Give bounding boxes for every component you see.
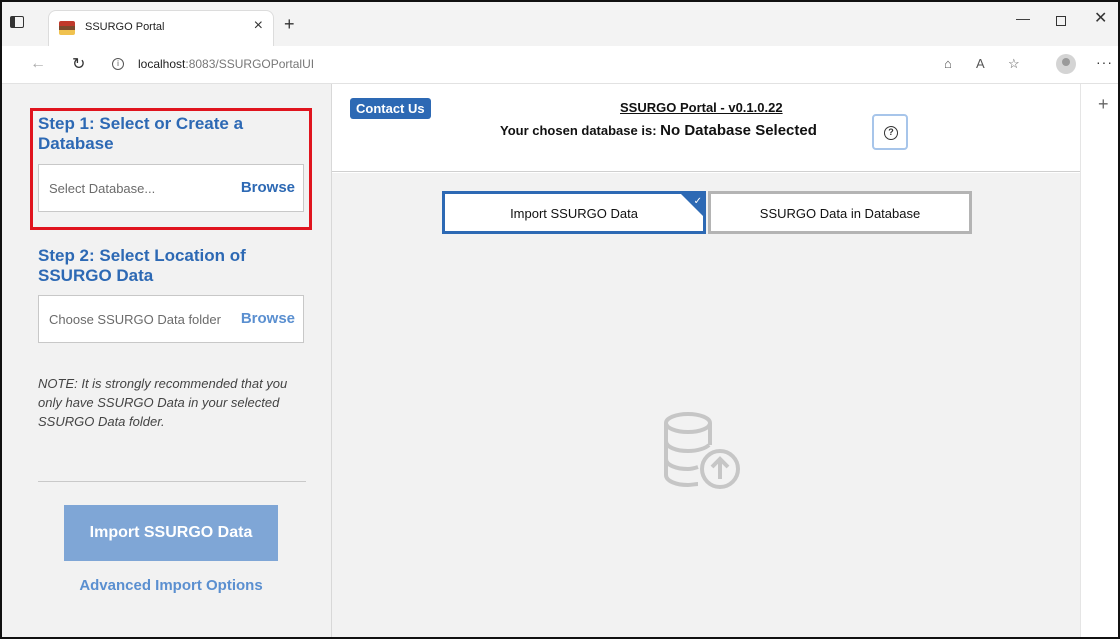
- browser-tab[interactable]: SSURGO Portal ×: [48, 10, 274, 46]
- help-button[interactable]: ?: [872, 114, 908, 150]
- database-status-value: No Database Selected: [660, 122, 817, 139]
- back-icon[interactable]: ←: [30, 55, 46, 73]
- new-tab-icon[interactable]: +: [284, 14, 295, 35]
- import-ssurgo-button[interactable]: Import SSURGO Data: [64, 505, 278, 561]
- checkmark-icon: ✓: [693, 196, 702, 207]
- maximize-icon[interactable]: [1056, 16, 1066, 26]
- step2-title: Step 2: Select Location of SSURGO Data: [38, 246, 246, 285]
- contact-us-button[interactable]: Contact Us: [350, 98, 431, 119]
- divider: [38, 481, 306, 482]
- tab-import-ssurgo-data[interactable]: Import SSURGO Data ✓: [442, 191, 706, 234]
- address-bar: ← ↻ i localhost:8083/SSURGOPortalUI ⌂ A …: [2, 46, 1118, 84]
- close-tab-icon[interactable]: ×: [254, 17, 263, 35]
- share-icon[interactable]: ⌂: [944, 56, 952, 71]
- tab-actions-icon[interactable]: [10, 16, 24, 28]
- browse-folder-button[interactable]: Browse: [238, 310, 295, 327]
- main-body: Import SSURGO Data ✓ SSURGO Data in Data…: [332, 173, 1080, 637]
- ssurgo-folder-placeholder: Choose SSURGO Data folder: [49, 312, 221, 327]
- database-placeholder: Select Database...: [49, 181, 156, 196]
- database-status-label: Your chosen database is:: [500, 123, 657, 138]
- more-icon[interactable]: ···: [1096, 54, 1113, 70]
- tab-strip: SSURGO Portal × + — ✕: [2, 2, 1118, 46]
- url-text: localhost:8083/SSURGOPortalUI: [138, 57, 314, 71]
- url-field[interactable]: i localhost:8083/SSURGOPortalUI ⌂ A ☆: [98, 50, 1088, 78]
- browse-database-button[interactable]: Browse: [238, 179, 295, 196]
- tab-data-label: SSURGO Data in Database: [759, 206, 921, 221]
- advanced-import-link[interactable]: Advanced Import Options: [64, 577, 278, 594]
- sidebar-rail: [1080, 84, 1118, 637]
- help-icon: ?: [884, 126, 898, 140]
- left-panel: Step 1: Select or Create a Database Sele…: [2, 84, 332, 637]
- tab-ssurgo-data-in-database[interactable]: SSURGO Data in Database: [708, 191, 972, 234]
- browser-window: SSURGO Portal × + — ✕ ← ↻ i localhost:80…: [0, 0, 1120, 639]
- database-field[interactable]: Select Database... Browse: [38, 164, 304, 212]
- url-host: localhost: [138, 57, 186, 71]
- read-aloud-icon[interactable]: A: [976, 56, 985, 71]
- site-info-icon[interactable]: i: [112, 58, 124, 70]
- ssurgo-folder-field[interactable]: Choose SSURGO Data folder Browse: [38, 295, 304, 343]
- tab-import-label: Import SSURGO Data: [510, 206, 638, 221]
- database-upload-icon: [664, 412, 740, 489]
- close-window-icon[interactable]: ✕: [1094, 8, 1107, 28]
- minimize-icon[interactable]: —: [1016, 10, 1030, 26]
- page-content: Step 1: Select or Create a Database Sele…: [2, 84, 1080, 637]
- step1-title: Step 1: Select or Create a Database: [38, 114, 244, 153]
- add-sidebar-icon[interactable]: +: [1098, 94, 1109, 115]
- url-path: :8083/SSURGOPortalUI: [185, 57, 315, 71]
- profile-avatar[interactable]: [1056, 54, 1076, 74]
- favorites-star-icon[interactable]: ☆: [1008, 56, 1020, 72]
- portal-title: SSURGO Portal - v0.1.0.22: [620, 100, 783, 115]
- main-header: Contact Us SSURGO Portal - v0.1.0.22 You…: [332, 84, 1080, 172]
- recommendation-note: NOTE: It is strongly recommended that yo…: [38, 376, 288, 429]
- tab-title: SSURGO Portal: [85, 21, 165, 33]
- ssurgo-favicon-icon: [59, 21, 75, 35]
- refresh-icon[interactable]: ↻: [72, 54, 85, 74]
- database-status: Your chosen database is: No Database Sel…: [500, 122, 817, 139]
